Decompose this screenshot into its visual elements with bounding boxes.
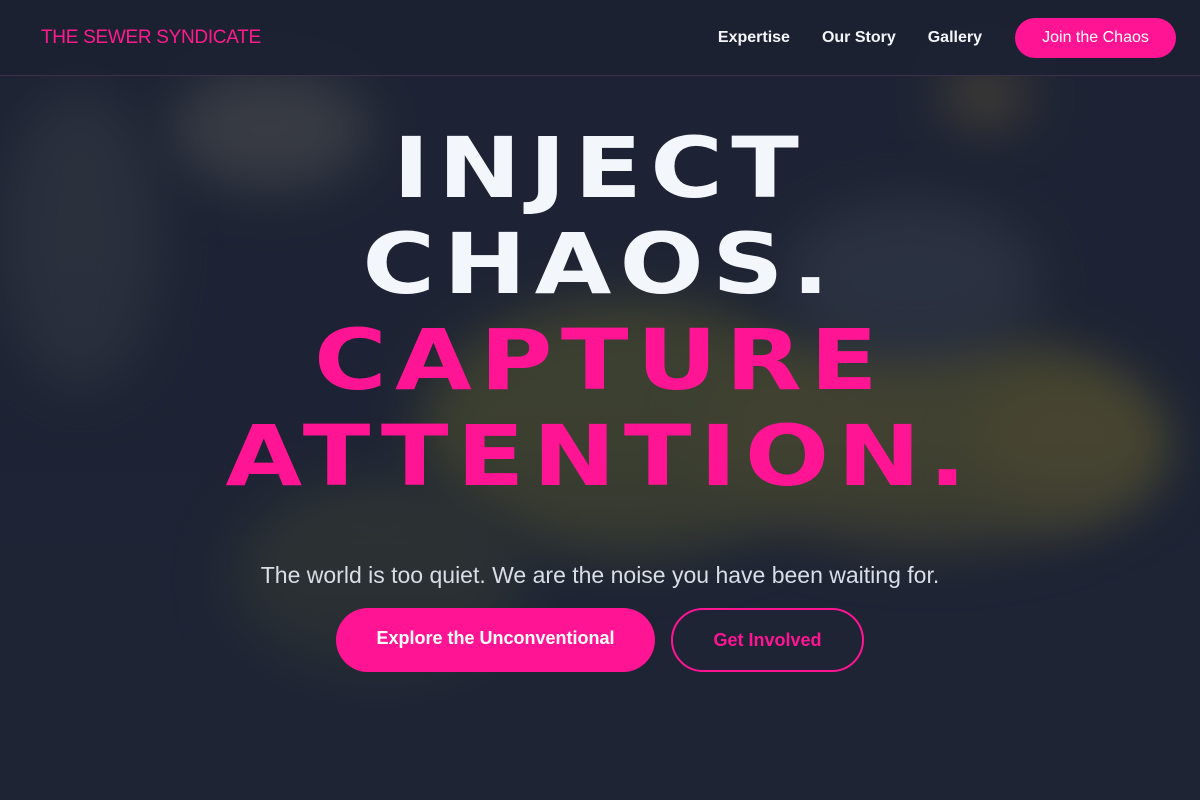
headline-line-2: CHAOS. xyxy=(362,215,838,313)
landing-page: THE SEWER SYNDICATE Expertise Our Story … xyxy=(0,0,1200,800)
nav-link-our-story[interactable]: Our Story xyxy=(822,27,896,49)
hero-subtitle: The world is too quiet. We are the noise… xyxy=(260,562,940,588)
nav-link-gallery[interactable]: Gallery xyxy=(928,27,982,49)
headline-line-3: CAPTURE xyxy=(313,311,887,409)
nav-link-expertise[interactable]: Expertise xyxy=(718,27,790,49)
navbar: THE SEWER SYNDICATE Expertise Our Story … xyxy=(0,0,1200,76)
explore-button[interactable]: Explore the Unconventional xyxy=(336,608,655,672)
join-the-chaos-button[interactable]: Join the Chaos xyxy=(1015,18,1176,58)
headline-line-4: ATTENTION. xyxy=(225,407,975,505)
headline-line-1: INJECT xyxy=(392,119,808,217)
nav-links: Expertise Our Story Gallery xyxy=(718,27,982,49)
get-involved-button[interactable]: Get Involved xyxy=(671,608,864,672)
brand-logo[interactable]: THE SEWER SYNDICATE xyxy=(41,26,261,50)
